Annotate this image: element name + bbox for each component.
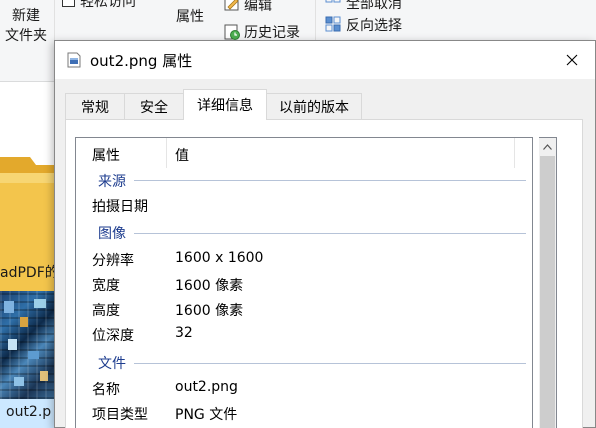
explorer-file-area: adPDF的 out2.p: [0, 83, 59, 428]
tab-security-label: 安全: [140, 99, 168, 116]
dialog-titlebar[interactable]: out2.png 属性: [55, 41, 595, 79]
select-none-icon: [325, 0, 341, 3]
invert-selection-icon: [325, 16, 341, 32]
prop-value: 1600 像素: [175, 303, 244, 319]
scroll-up-button[interactable]: [539, 138, 556, 155]
prop-value: 1600 x 1600: [175, 250, 264, 266]
easy-access-checkbox[interactable]: [62, 0, 75, 7]
new-folder-label-line2[interactable]: 文件夹: [5, 25, 47, 45]
easy-access-label[interactable]: 轻松访问: [80, 0, 136, 11]
group-title-image: 图像: [98, 226, 126, 242]
tab-general-label: 常规: [81, 99, 109, 116]
tab-general[interactable]: 常规: [65, 93, 125, 119]
prop-name: 高度: [92, 303, 120, 319]
invert-selection-button[interactable]: 反向选择: [346, 15, 402, 35]
close-icon: [566, 54, 578, 66]
chevron-up-icon: [543, 143, 552, 150]
prop-value: 1600 像素: [175, 278, 244, 294]
properties-ribbon-button[interactable]: 属性: [176, 6, 204, 26]
group-title-source: 来源: [98, 174, 126, 190]
select-none-button[interactable]: 全部取消: [346, 0, 402, 13]
tab-details[interactable]: 详细信息: [183, 89, 267, 120]
tab-security[interactable]: 安全: [124, 93, 184, 119]
prop-value: PNG 文件: [175, 407, 238, 423]
group-title-file: 文件: [98, 356, 126, 372]
history-icon: [224, 24, 240, 40]
prop-value: out2.png: [175, 379, 238, 395]
details-property-list[interactable]: 属性 值 来源 拍摄日期 图像 分辨率 1600 x 1600 宽度 1600 …: [75, 137, 533, 428]
new-folder-label-line1[interactable]: 新建: [12, 5, 40, 25]
prop-name: 项目类型: [92, 407, 148, 423]
file-label-pdf[interactable]: adPDF的: [0, 262, 59, 282]
tab-details-label: 详细信息: [197, 98, 253, 114]
column-divider[interactable]: [514, 138, 515, 168]
file-label-png[interactable]: out2.p: [6, 404, 51, 420]
prop-value: 32: [175, 325, 193, 341]
vertical-scrollbar[interactable]: [539, 137, 557, 428]
prop-name: 位深度: [92, 328, 134, 344]
history-ribbon-button[interactable]: 历史记录: [244, 22, 300, 42]
png-file-icon: [67, 52, 81, 68]
edit-icon: [224, 0, 239, 11]
tab-previous-versions[interactable]: 以前的版本: [266, 93, 362, 119]
column-header-property[interactable]: 属性: [92, 145, 120, 165]
prop-name: 分辨率: [92, 253, 134, 269]
dialog-title: out2.png 属性: [90, 52, 193, 70]
properties-dialog: out2.png 属性 常规 安全 详细信息 以前的版本 属性 值 来源 拍摄日…: [54, 40, 596, 428]
tab-previous-versions-label: 以前的版本: [279, 99, 349, 116]
column-header-value[interactable]: 值: [175, 145, 189, 165]
scrollbar-thumb[interactable]: [540, 156, 555, 428]
group-divider: [134, 363, 526, 364]
list-header: 属性 值: [76, 138, 532, 168]
group-divider: [134, 180, 526, 181]
prop-name: 名称: [92, 382, 120, 398]
prop-name: 拍摄日期: [92, 199, 148, 215]
close-button[interactable]: [549, 41, 595, 79]
png-thumbnail[interactable]: [0, 291, 54, 399]
column-divider[interactable]: [166, 138, 167, 168]
prop-name: 宽度: [92, 278, 120, 294]
group-divider: [134, 233, 526, 234]
edit-ribbon-button[interactable]: 编辑: [244, 0, 272, 15]
